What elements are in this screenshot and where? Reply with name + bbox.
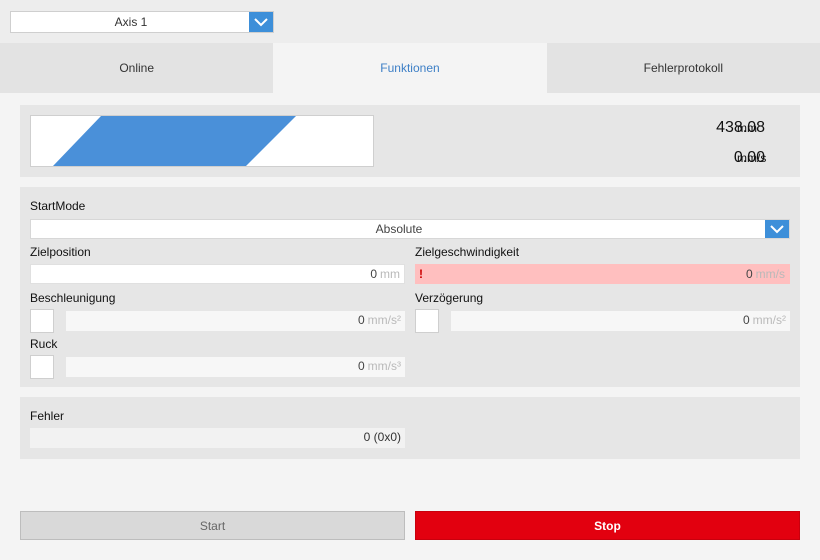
tab-funktionen-label: Funktionen [380, 61, 440, 75]
fehler-label: Fehler [30, 409, 65, 423]
beschleunigung-unit: mm/s² [367, 313, 401, 327]
ruck-label: Ruck [30, 337, 58, 351]
tab-funktionen[interactable]: Funktionen [273, 43, 547, 93]
position-unit: mm [737, 121, 757, 135]
ruck-unit: mm/s³ [367, 359, 401, 373]
error-indicator-icon: ! [419, 267, 423, 281]
beschleunigung-label: Beschleunigung [30, 291, 116, 305]
verzoegerung-input[interactable]: 0 mm/s² [451, 311, 790, 331]
beschleunigung-checkbox[interactable] [30, 309, 54, 333]
chevron-down-icon [254, 18, 268, 27]
tab-bar: Online Funktionen Fehlerprotokoll [0, 43, 820, 93]
fehler-value-text: 0 (0x0) [363, 430, 401, 444]
zielposition-label: Zielposition [30, 245, 91, 259]
chevron-down-icon [770, 225, 784, 234]
beschleunigung-input[interactable]: 0 mm/s² [66, 311, 405, 331]
startmode-label: StartMode [30, 199, 86, 213]
verzoegerung-checkbox[interactable] [415, 309, 439, 333]
tab-fehlerprotokoll[interactable]: Fehlerprotokoll [546, 43, 820, 93]
zielposition-unit: mm [380, 267, 400, 281]
zielgeschwindigkeit-unit: mm/s [755, 267, 785, 281]
ruck-checkbox[interactable] [30, 355, 54, 379]
startmode-value: Absolute [375, 222, 423, 236]
velocity-unit: mm/s [737, 151, 767, 165]
zielgeschwindigkeit-value: 0 [745, 267, 753, 281]
tab-online[interactable]: Online [0, 43, 274, 93]
axis-select-value: Axis 1 [114, 15, 148, 29]
fehler-value: 0 (0x0) [30, 428, 405, 448]
position-indicator [30, 115, 374, 167]
ruck-input[interactable]: 0 mm/s³ [66, 357, 405, 377]
zielposition-input[interactable]: 0 mm [30, 264, 405, 284]
position-bar-graphic [53, 116, 296, 166]
stop-button[interactable]: Stop [415, 511, 800, 540]
ruck-value: 0 [357, 359, 365, 373]
axis-dropdown-button[interactable] [249, 12, 273, 32]
tab-fehlerprotokoll-label: Fehlerprotokoll [643, 61, 723, 75]
startmode-select[interactable]: Absolute [30, 219, 790, 239]
startmode-dropdown-button[interactable] [765, 220, 789, 238]
zielgeschwindigkeit-label: Zielgeschwindigkeit [415, 245, 520, 259]
start-button[interactable]: Start [20, 511, 405, 540]
tab-online-label: Online [119, 61, 154, 75]
beschleunigung-value: 0 [357, 313, 365, 327]
verzoegerung-label: Verzögerung [415, 291, 484, 305]
verzoegerung-value: 0 [742, 313, 750, 327]
axis-select[interactable]: Axis 1 [10, 11, 274, 33]
zielposition-value: 0 [370, 267, 377, 281]
verzoegerung-unit: mm/s² [752, 313, 786, 327]
zielgeschwindigkeit-input[interactable]: ! 0 mm/s [415, 264, 790, 284]
